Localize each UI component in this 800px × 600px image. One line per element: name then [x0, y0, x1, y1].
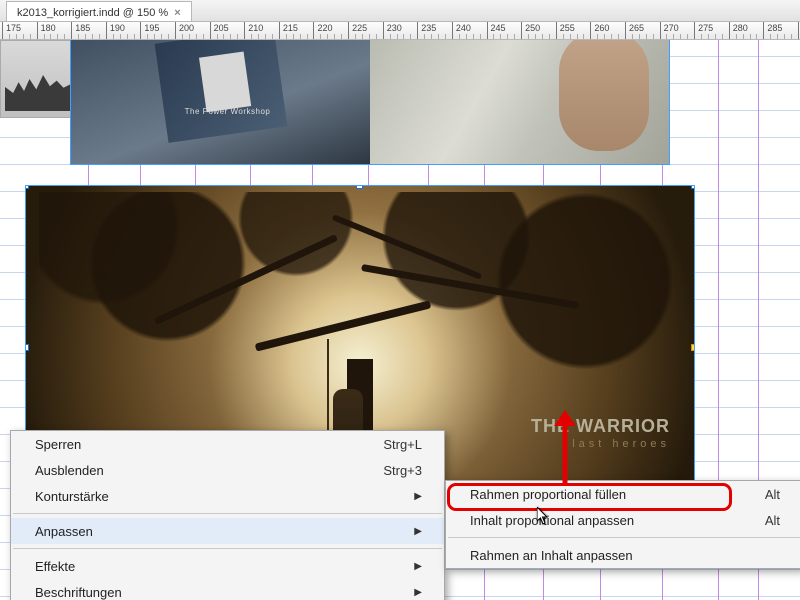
document-tab-bar: k2013_korrigiert.indd @ 150 % × [0, 0, 800, 22]
context-menu-item[interactable]: Konturstärke ▶ [11, 483, 444, 509]
resize-handle[interactable] [356, 185, 363, 189]
panel-thumbnail [0, 40, 78, 118]
menu-separator [448, 537, 800, 538]
book-graphic [154, 40, 287, 143]
menu-item-label: Rahmen an Inhalt anpassen [470, 548, 633, 563]
close-icon[interactable]: × [174, 7, 180, 19]
menu-item-label: Sperren [35, 437, 81, 452]
image-overlay-title: THE WARRIOR [531, 416, 670, 437]
document-tab[interactable]: k2013_korrigiert.indd @ 150 % × [6, 1, 192, 21]
submenu-item[interactable]: Rahmen an Inhalt anpassen [446, 542, 800, 568]
menu-item-label: Anpassen [35, 524, 93, 539]
resize-handle[interactable] [25, 185, 29, 189]
resize-handle[interactable] [691, 185, 695, 189]
context-submenu-anpassen[interactable]: Rahmen proportional füllenAltInhalt prop… [445, 480, 800, 569]
book-caption: The Power Workshop [185, 107, 271, 116]
menu-item-shortcut: Alt [725, 513, 780, 528]
menu-separator [13, 548, 442, 549]
context-menu-item[interactable]: Ausblenden Strg+3 [11, 457, 444, 483]
horizontal-ruler[interactable]: 1751801851901952002052102152202252302352… [0, 22, 800, 40]
menu-item-label: Ausblenden [35, 463, 104, 478]
menu-item-label: Inhalt proportional anpassen [470, 513, 634, 528]
submenu-item[interactable]: Inhalt proportional anpassen Alt [446, 507, 800, 533]
menu-item-shortcut: Alt [725, 487, 780, 502]
image-frame-top[interactable]: The Power Workshop [70, 40, 670, 165]
resize-handle[interactable] [691, 344, 695, 351]
image-overlay-subtitle: last heroes [572, 438, 670, 450]
menu-item-shortcut: Strg+3 [343, 463, 422, 478]
menu-item-label: Konturstärke [35, 489, 109, 504]
context-menu[interactable]: Sperren Strg+L Ausblenden Strg+3 Konturstärk… [10, 430, 445, 600]
context-menu-item[interactable]: Anpassen ▶ [11, 518, 444, 544]
submenu-item[interactable]: Rahmen proportional füllen Alt [446, 481, 800, 507]
submenu-arrow-icon: ▶ [374, 561, 422, 572]
arm-graphic [559, 40, 649, 151]
menu-item-label: Effekte [35, 559, 75, 574]
layout-canvas[interactable]: The Power Workshop THE WARRIOR last hero… [0, 40, 800, 600]
context-menu-item[interactable]: Effekte ▶ [11, 553, 444, 579]
submenu-arrow-icon: ▶ [374, 491, 422, 502]
resize-handle[interactable] [25, 344, 29, 351]
menu-item-shortcut: Strg+L [343, 437, 422, 452]
context-menu-item[interactable]: Beschriftungen ▶ [11, 579, 444, 600]
submenu-arrow-icon: ▶ [374, 526, 422, 537]
document-tab-title: k2013_korrigiert.indd @ 150 % [17, 7, 168, 19]
context-menu-item[interactable]: Sperren Strg+L [11, 431, 444, 457]
submenu-arrow-icon: ▶ [374, 587, 422, 598]
menu-separator [13, 513, 442, 514]
menu-item-label: Beschriftungen [35, 585, 122, 600]
menu-item-label: Rahmen proportional füllen [470, 487, 626, 502]
